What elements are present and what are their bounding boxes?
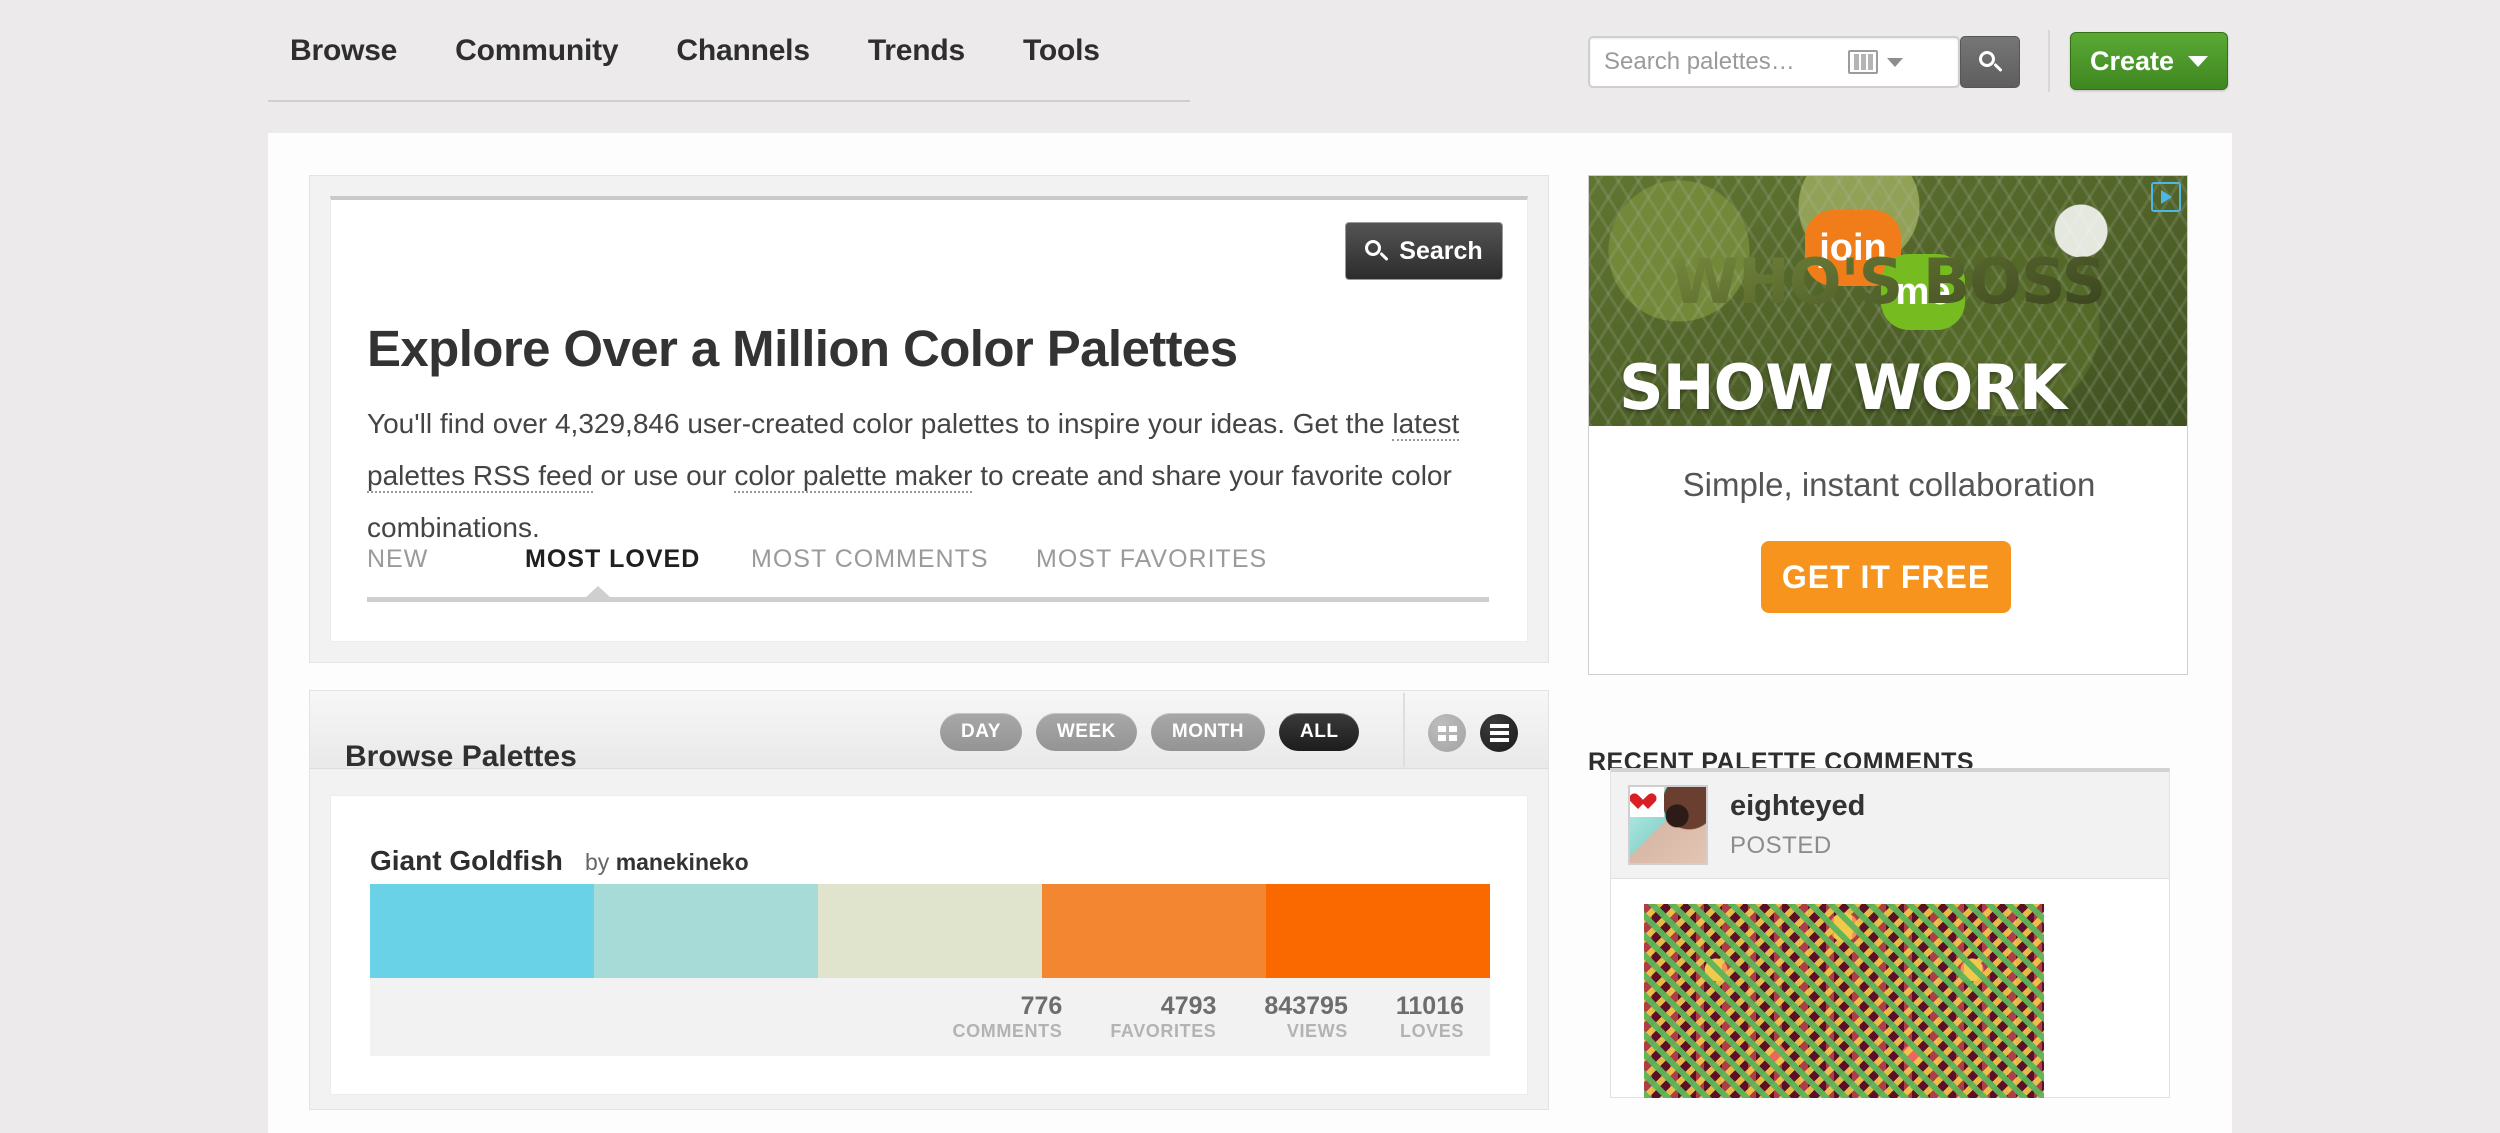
palette-columns-icon[interactable]	[1848, 50, 1878, 74]
stat-views-value: 843795	[1264, 992, 1348, 1020]
view-toggle-divider	[1403, 693, 1405, 767]
palette-swatches	[370, 884, 1490, 978]
ad-cta-button[interactable]: GET IT FREE	[1761, 541, 2011, 613]
swatch-3[interactable]	[818, 884, 1042, 978]
stat-views: 843795 VIEWS	[1264, 992, 1347, 1042]
top-navigation-bar: Browse Community Channels Trends Tools C…	[0, 0, 2500, 116]
filter-all[interactable]: ALL	[1279, 713, 1360, 751]
ad-photo: join me SHOW WORK	[1589, 176, 2187, 426]
stat-loves: 11016 LOVES	[1396, 992, 1464, 1042]
create-button-label: Create	[2089, 45, 2175, 76]
comment-pattern-thumbnail[interactable]	[1644, 904, 2044, 1098]
palette-title[interactable]: Giant Goldfish	[370, 845, 563, 877]
stat-favorites: 4793 FAVORITES	[1110, 992, 1216, 1042]
palette-author-line: by manekineko	[585, 849, 749, 876]
magnifier-icon	[1979, 51, 2003, 73]
magnifier-icon	[1365, 240, 1389, 262]
nav-item-community[interactable]: Community	[455, 34, 618, 68]
ad-headline-line1: SHOW WORK	[1619, 351, 2067, 424]
swatch-1[interactable]	[370, 884, 594, 978]
ad-choice-icon[interactable]	[2151, 182, 2181, 212]
filter-month[interactable]: MONTH	[1150, 713, 1266, 751]
advertisement-banner[interactable]: join me SHOW WORK Simple, instant collab…	[1588, 175, 2188, 675]
palette-stats-bar: 776 COMMENTS 4793 FAVORITES 843795 VIEWS…	[370, 978, 1490, 1056]
pattern-image	[1644, 904, 2044, 1098]
swatch-4[interactable]	[1042, 884, 1266, 978]
palette-maker-link[interactable]: color palette maker	[734, 460, 973, 493]
grid-view-icon[interactable]	[1428, 714, 1466, 752]
page-title: Explore Over a Million Color Palettes	[367, 320, 1238, 378]
palette-author[interactable]: manekineko	[616, 849, 749, 875]
stat-loves-label: LOVES	[1399, 1021, 1464, 1041]
tab-most-loved[interactable]: MOST LOVED	[525, 545, 751, 574]
list-view-icon[interactable]	[1480, 714, 1518, 752]
comment-username[interactable]: eighteyed	[1730, 790, 1865, 823]
stat-views-label: VIEWS	[1286, 1021, 1348, 1041]
stat-favorites-label: FAVORITES	[1110, 1021, 1217, 1041]
stat-comments-label: COMMENTS	[952, 1021, 1063, 1041]
header-divider	[2048, 30, 2050, 92]
nav-item-browse[interactable]: Browse	[290, 34, 397, 68]
filter-week[interactable]: WEEK	[1035, 713, 1137, 751]
stat-comments-value: 776	[1020, 992, 1063, 1020]
chevron-down-icon	[2188, 55, 2209, 67]
hero-tabs-underline	[367, 597, 1489, 602]
nav-divider-rule	[268, 100, 1190, 102]
nav-item-channels[interactable]: Channels	[676, 34, 810, 68]
active-tab-arrow-icon	[585, 586, 611, 598]
hero-search-button[interactable]: Search	[1345, 222, 1503, 280]
tab-new[interactable]: NEW	[367, 545, 525, 574]
me-logo-bubble: me	[1881, 254, 1965, 330]
search-submit-button[interactable]	[1960, 36, 2020, 88]
tab-most-favorites[interactable]: MOST FAVORITES	[1036, 545, 1267, 574]
stat-loves-value: 11016	[1395, 992, 1464, 1020]
main-nav: Browse Community Channels Trends Tools	[290, 34, 1100, 68]
search-box	[1588, 36, 1960, 88]
search-input[interactable]	[1590, 40, 1848, 84]
hero-desc-part1: You'll find over 4,329,846 user-created …	[367, 408, 1393, 439]
tab-most-comments[interactable]: MOST COMMENTS	[751, 545, 1036, 574]
hero-sort-tabs: NEW MOST LOVED MOST COMMENTS MOST FAVORI…	[367, 545, 1489, 574]
stat-favorites-value: 4793	[1160, 992, 1217, 1020]
heart-icon	[1630, 787, 1664, 817]
hero-description: You'll find over 4,329,846 user-created …	[367, 398, 1482, 554]
chevron-down-icon[interactable]	[1887, 57, 1903, 67]
hero-search-label: Search	[1399, 236, 1483, 265]
hero-desc-part2: or use our	[592, 460, 735, 491]
comment-action: POSTED	[1730, 832, 1832, 859]
ad-tagline: Simple, instant collaboration	[1682, 466, 2096, 503]
time-filter-group: DAY WEEK MONTH ALL	[940, 713, 1360, 751]
nav-item-tools[interactable]: Tools	[1023, 34, 1100, 68]
swatch-2[interactable]	[594, 884, 818, 978]
filter-day[interactable]: DAY	[940, 713, 1022, 751]
palette-by-prefix: by	[585, 849, 610, 875]
avatar[interactable]	[1628, 785, 1708, 865]
stat-comments: 776 COMMENTS	[953, 992, 1063, 1042]
create-button[interactable]: Create	[2070, 32, 2228, 90]
swatch-5[interactable]	[1266, 884, 1490, 978]
nav-item-trends[interactable]: Trends	[868, 34, 965, 68]
view-toggle-group	[1428, 714, 1518, 752]
browse-panel-title: Browse Palettes	[345, 739, 577, 773]
